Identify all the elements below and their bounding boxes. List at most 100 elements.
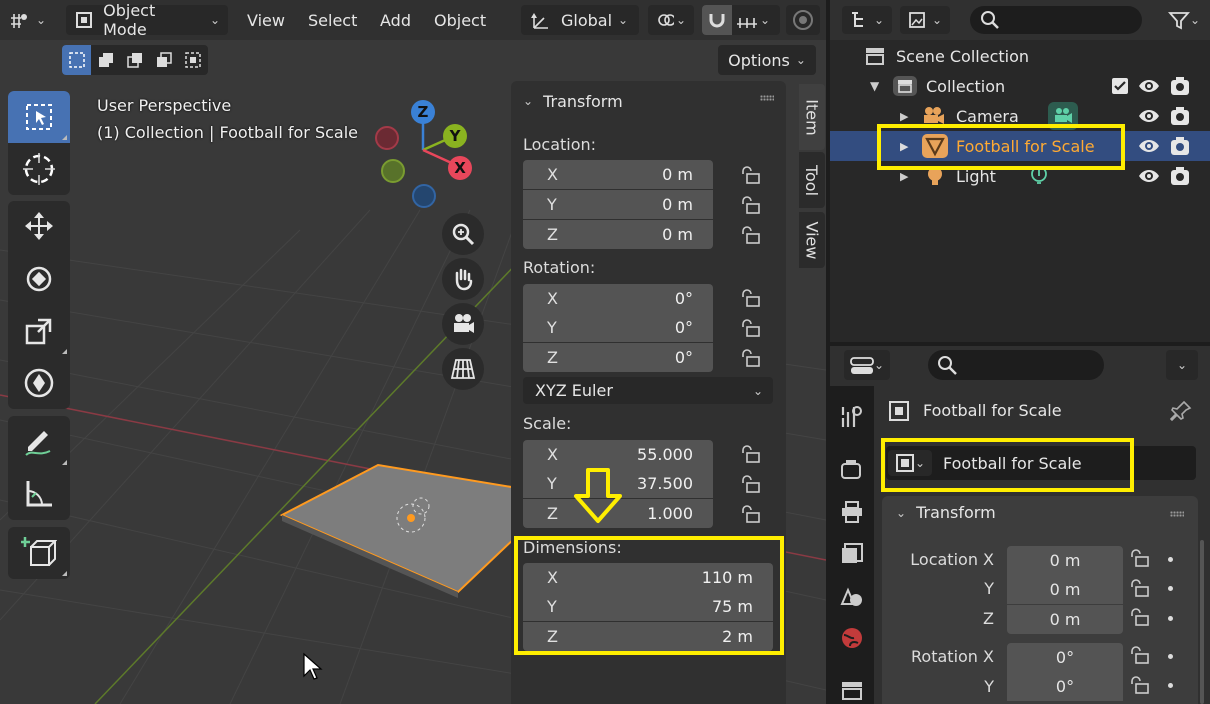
- output-printer-icon[interactable]: [840, 500, 864, 524]
- collection-properties-icon[interactable]: [840, 680, 864, 702]
- pivot-point-dropdown[interactable]: ⌄: [648, 5, 694, 35]
- gizmo-neg-z-axis[interactable]: [412, 184, 436, 208]
- select-difference-icon[interactable]: [149, 45, 178, 75]
- tab-view[interactable]: View: [799, 212, 825, 268]
- properties-editor-type-button[interactable]: ⌄: [844, 350, 890, 380]
- 3d-viewport[interactable]: ⌄ Object Mode ⌄ View Select Add Object G…: [0, 0, 826, 704]
- perspective-toggle-button[interactable]: [442, 348, 484, 390]
- gizmo-neg-x-axis[interactable]: [375, 126, 399, 150]
- lock-icon[interactable]: [739, 195, 761, 215]
- scene-properties-icon[interactable]: [840, 584, 864, 608]
- render-properties-icon[interactable]: [840, 458, 864, 480]
- pin-icon[interactable]: [1170, 400, 1192, 422]
- outliner-row-scene-collection[interactable]: Scene Collection: [830, 41, 1210, 71]
- exclude-checkbox-icon[interactable]: [1111, 77, 1129, 95]
- view-layer-icon[interactable]: [840, 542, 864, 566]
- menu-select[interactable]: Select: [302, 5, 363, 35]
- pan-button[interactable]: [442, 258, 484, 300]
- eye-icon[interactable]: [1138, 106, 1160, 126]
- select-extend-icon[interactable]: [91, 45, 120, 75]
- menu-add[interactable]: Add: [374, 5, 417, 35]
- eye-icon[interactable]: [1138, 136, 1160, 156]
- lock-icon[interactable]: [1128, 675, 1152, 697]
- world-icon[interactable]: [840, 626, 864, 650]
- add-cube-tool[interactable]: [8, 527, 70, 579]
- drag-grip-icon[interactable]: [1170, 511, 1184, 517]
- gizmo-z-axis[interactable]: Z: [411, 100, 435, 124]
- outliner-editor-type-button[interactable]: ⌄: [842, 6, 892, 34]
- measure-tool[interactable]: [8, 468, 70, 520]
- expand-arrow-icon[interactable]: ▼: [870, 79, 879, 93]
- location-y-field[interactable]: Y0 m: [523, 190, 713, 219]
- render-camera-icon[interactable]: [1169, 75, 1191, 97]
- drag-grip-icon[interactable]: [760, 95, 774, 101]
- tool-settings-icon[interactable]: [840, 404, 864, 430]
- lock-icon[interactable]: [739, 348, 761, 368]
- rotation-x-field[interactable]: X 0°: [523, 284, 713, 313]
- lock-icon[interactable]: [739, 225, 761, 245]
- select-subtract-icon[interactable]: [120, 45, 149, 75]
- proportional-editing-button[interactable]: [786, 5, 820, 35]
- transform-panel-header[interactable]: ⌄ Transform: [523, 89, 623, 113]
- display-mode-dropdown[interactable]: ⌄: [900, 6, 950, 34]
- outliner-row-collection[interactable]: ▼ Collection: [830, 71, 1210, 101]
- filter-dropdown[interactable]: ⌄: [1164, 6, 1204, 34]
- lock-icon[interactable]: [739, 165, 761, 185]
- cursor-tool[interactable]: [8, 143, 70, 195]
- lock-icon[interactable]: [739, 318, 761, 338]
- prop-location-y-field[interactable]: 0 m: [1007, 575, 1123, 604]
- lock-icon[interactable]: [1128, 645, 1152, 667]
- keyframe-dot-icon[interactable]: [1168, 654, 1173, 659]
- lock-icon[interactable]: [1128, 607, 1152, 629]
- snap-controls[interactable]: ⌄: [702, 5, 780, 35]
- transform-tool[interactable]: [8, 357, 70, 409]
- properties-search-input[interactable]: [928, 350, 1104, 380]
- menu-object[interactable]: Object: [428, 5, 492, 35]
- tab-item[interactable]: Item: [799, 84, 825, 150]
- object-transform-header[interactable]: ⌄ Transform: [896, 503, 996, 522]
- rotate-tool[interactable]: [8, 253, 70, 305]
- rotation-z-field[interactable]: Z 0°: [523, 343, 713, 372]
- keyframe-dot-icon[interactable]: [1168, 586, 1173, 591]
- select-new-icon[interactable]: [62, 45, 91, 75]
- prop-rotation-y-field[interactable]: 0°: [1007, 672, 1123, 701]
- keyframe-dot-icon[interactable]: [1168, 683, 1173, 688]
- mode-dropdown[interactable]: Object Mode ⌄: [66, 1, 228, 39]
- keyframe-dot-icon[interactable]: [1168, 616, 1173, 621]
- lock-icon[interactable]: [739, 474, 761, 494]
- lock-icon[interactable]: [739, 444, 761, 464]
- camera-view-button[interactable]: [442, 303, 484, 345]
- editor-type-button[interactable]: ⌄: [8, 5, 46, 35]
- lock-icon[interactable]: [1128, 578, 1152, 600]
- select-intersect-icon[interactable]: [178, 45, 207, 75]
- menu-view[interactable]: View: [241, 5, 291, 35]
- gizmo-neg-y-axis[interactable]: [381, 159, 405, 183]
- properties-scrollbar[interactable]: [1200, 540, 1204, 704]
- scale-x-field[interactable]: X 55.000: [523, 440, 713, 469]
- lock-icon[interactable]: [739, 288, 761, 308]
- lock-icon[interactable]: [739, 504, 761, 524]
- prop-rotation-x-field[interactable]: 0°: [1007, 643, 1123, 672]
- keyframe-dot-icon[interactable]: [1168, 557, 1173, 562]
- expand-arrow-icon[interactable]: ▶: [900, 170, 908, 183]
- transform-orientation-dropdown[interactable]: Global ⌄: [521, 5, 639, 35]
- location-z-field[interactable]: Z0 m: [523, 220, 713, 249]
- location-x-field[interactable]: X0 m: [523, 160, 713, 189]
- eye-icon[interactable]: [1138, 166, 1160, 186]
- properties-options-dropdown[interactable]: ⌄: [1166, 350, 1198, 380]
- select-box-tool[interactable]: [8, 91, 70, 143]
- rotation-mode-dropdown[interactable]: XYZ Euler ⌄: [523, 377, 773, 404]
- expand-arrow-icon[interactable]: ▶: [900, 110, 908, 123]
- render-camera-icon[interactable]: [1169, 135, 1191, 157]
- rotation-y-field[interactable]: Y 0°: [523, 313, 713, 342]
- prop-location-z-field[interactable]: 0 m: [1007, 605, 1123, 634]
- options-dropdown[interactable]: Options ⌄: [718, 45, 816, 75]
- render-camera-icon[interactable]: [1169, 165, 1191, 187]
- annotate-tool[interactable]: [8, 416, 70, 468]
- lock-icon[interactable]: [1128, 548, 1152, 570]
- gizmo-y-axis[interactable]: Y: [443, 124, 467, 148]
- outliner-search-input[interactable]: [970, 6, 1142, 34]
- zoom-button[interactable]: [442, 213, 484, 255]
- scale-tool[interactable]: [8, 305, 70, 357]
- render-camera-icon[interactable]: [1169, 105, 1191, 127]
